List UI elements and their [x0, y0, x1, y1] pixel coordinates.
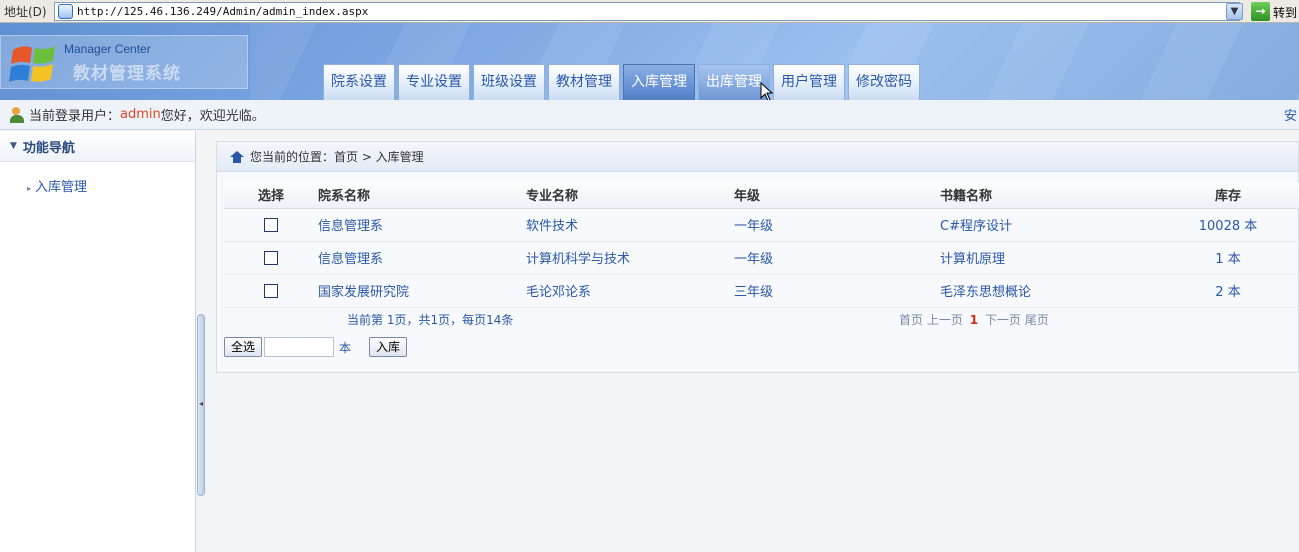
- pager-nav: 首页 上一页 1 下一页 尾页: [899, 311, 1049, 328]
- sidebar-item-label: 入库管理: [35, 180, 88, 195]
- tab-major-settings[interactable]: 专业设置: [398, 64, 470, 100]
- cell-dept: 信息管理系: [318, 241, 526, 275]
- page-icon: [58, 4, 73, 19]
- stock-in-button[interactable]: 入库: [369, 337, 408, 357]
- login-prefix: 当前登录用户：: [29, 109, 121, 124]
- tab-textbook-management[interactable]: 教材管理: [548, 64, 620, 100]
- userbar-right-link[interactable]: 安: [1284, 105, 1297, 124]
- row-checkbox[interactable]: [264, 250, 278, 265]
- cell-grade: 一年级: [734, 208, 940, 242]
- content-panel: 您当前的位置：首页 > 入库管理 选择 院系名称 专业名称 年级 书籍名称 库存…: [216, 141, 1299, 373]
- quantity-unit: 本: [339, 340, 352, 355]
- logo-caption: Manager Center: [64, 42, 151, 56]
- username: admin: [120, 107, 161, 122]
- user-icon: [10, 106, 26, 123]
- cell-book: C#程序设计: [940, 208, 1156, 242]
- column-header-book: 书籍名称: [940, 182, 1156, 209]
- table-row: 信息管理系 软件技术 一年级 C#程序设计 10028 本: [224, 208, 1299, 242]
- cell-stock: 1 本: [1156, 241, 1299, 275]
- home-icon: [230, 150, 244, 163]
- user-bar: 当前登录用户： admin 您好，欢迎光临。 安: [0, 100, 1299, 130]
- breadcrumb: 您当前的位置：首页 > 入库管理: [217, 142, 1298, 172]
- sidebar: ▼ 功能导航 ▸ 入库管理: [0, 131, 196, 552]
- table-row: 国家发展研究院 毛论邓论系 三年级 毛泽东思想概论 2 本: [224, 274, 1299, 308]
- address-bar: 地址(D) http://125.46.136.249/Admin/admin_…: [0, 0, 1299, 23]
- cell-stock: 2 本: [1156, 274, 1299, 308]
- row-checkbox[interactable]: [264, 217, 278, 232]
- tab-class-settings[interactable]: 班级设置: [473, 64, 545, 100]
- pager-first-link[interactable]: 首页: [899, 313, 923, 327]
- cell-grade: 三年级: [734, 274, 940, 308]
- cell-major: 计算机科学与技术: [526, 241, 734, 275]
- pager-next-link[interactable]: 下一页: [985, 313, 1021, 327]
- cell-dept: 信息管理系: [318, 208, 526, 242]
- cell-major: 毛论邓论系: [526, 274, 734, 308]
- address-label: 地址(D): [4, 4, 47, 19]
- column-header-dept: 院系名称: [318, 182, 526, 209]
- sidebar-item-stock-in[interactable]: ▸ 入库管理: [0, 176, 195, 195]
- breadcrumb-text: 您当前的位置：首页 > 入库管理: [250, 150, 424, 164]
- column-header-major: 专业名称: [526, 182, 734, 209]
- column-header-select: 选择: [224, 182, 318, 209]
- pager: 当前第 1页，共1页，每页14条 首页 上一页 1 下一页 尾页: [224, 311, 1299, 329]
- cell-stock: 10028 本: [1156, 208, 1299, 242]
- action-bar: 全选 本 入库: [224, 337, 408, 357]
- table-row: 信息管理系 计算机科学与技术 一年级 计算机原理 1 本: [224, 241, 1299, 275]
- tab-user-management[interactable]: 用户管理: [773, 64, 845, 100]
- chevron-down-icon[interactable]: ▼: [1226, 3, 1243, 20]
- stock-table: 选择 院系名称 专业名称 年级 书籍名称 库存 信息管理系 软件技术 一年级 C…: [224, 182, 1299, 308]
- quantity-input[interactable]: [264, 337, 335, 357]
- row-checkbox[interactable]: [264, 283, 278, 298]
- greeting: 您好，欢迎光临。: [160, 109, 265, 124]
- mouse-cursor-icon: [760, 82, 774, 102]
- logo: Manager Center 教材管理系统: [0, 35, 248, 89]
- go-button-label[interactable]: 转到: [1273, 4, 1297, 21]
- system-name: 教材管理系统: [73, 64, 181, 84]
- app-header: Manager Center 教材管理系统 院系设置 专业设置 班级设置 教材管…: [0, 23, 1299, 100]
- column-header-grade: 年级: [734, 182, 940, 209]
- cell-book: 计算机原理: [940, 241, 1156, 275]
- cell-book: 毛泽东思想概论: [940, 274, 1156, 308]
- sidebar-heading-label: 功能导航: [22, 140, 75, 156]
- tab-change-password[interactable]: 修改密码: [848, 64, 920, 100]
- pager-info: 当前第 1页，共1页，每页14条: [347, 313, 514, 327]
- pager-current-page: 1: [969, 313, 979, 327]
- column-header-stock: 库存: [1156, 182, 1299, 209]
- address-url[interactable]: http://125.46.136.249/Admin/admin_index.…: [77, 5, 368, 18]
- address-field[interactable]: http://125.46.136.249/Admin/admin_index.…: [54, 2, 1240, 21]
- go-arrow-icon[interactable]: →: [1251, 2, 1270, 21]
- cell-major: 软件技术: [526, 208, 734, 242]
- pager-prev-link[interactable]: 上一页: [927, 313, 963, 327]
- windows-logo-icon: [9, 46, 55, 82]
- sidebar-splitter-handle[interactable]: ◂: [197, 314, 205, 496]
- cell-dept: 国家发展研究院: [318, 274, 526, 308]
- pager-last-link[interactable]: 尾页: [1025, 313, 1049, 327]
- table-header-row: 选择 院系名称 专业名称 年级 书籍名称 库存: [224, 182, 1299, 209]
- triangle-down-icon: ▼: [10, 141, 17, 151]
- main-tabs: 院系设置 专业设置 班级设置 教材管理 入库管理 出库管理 用户管理 修改密码: [323, 64, 920, 100]
- cell-grade: 一年级: [734, 241, 940, 275]
- tab-stock-in-management[interactable]: 入库管理: [623, 64, 695, 100]
- tab-dept-settings[interactable]: 院系设置: [323, 64, 395, 100]
- collapse-arrow-icon: ◂: [199, 399, 204, 408]
- sidebar-heading[interactable]: ▼ 功能导航: [0, 131, 195, 162]
- select-all-button[interactable]: 全选: [224, 337, 263, 357]
- bullet-icon: ▸: [27, 184, 32, 193]
